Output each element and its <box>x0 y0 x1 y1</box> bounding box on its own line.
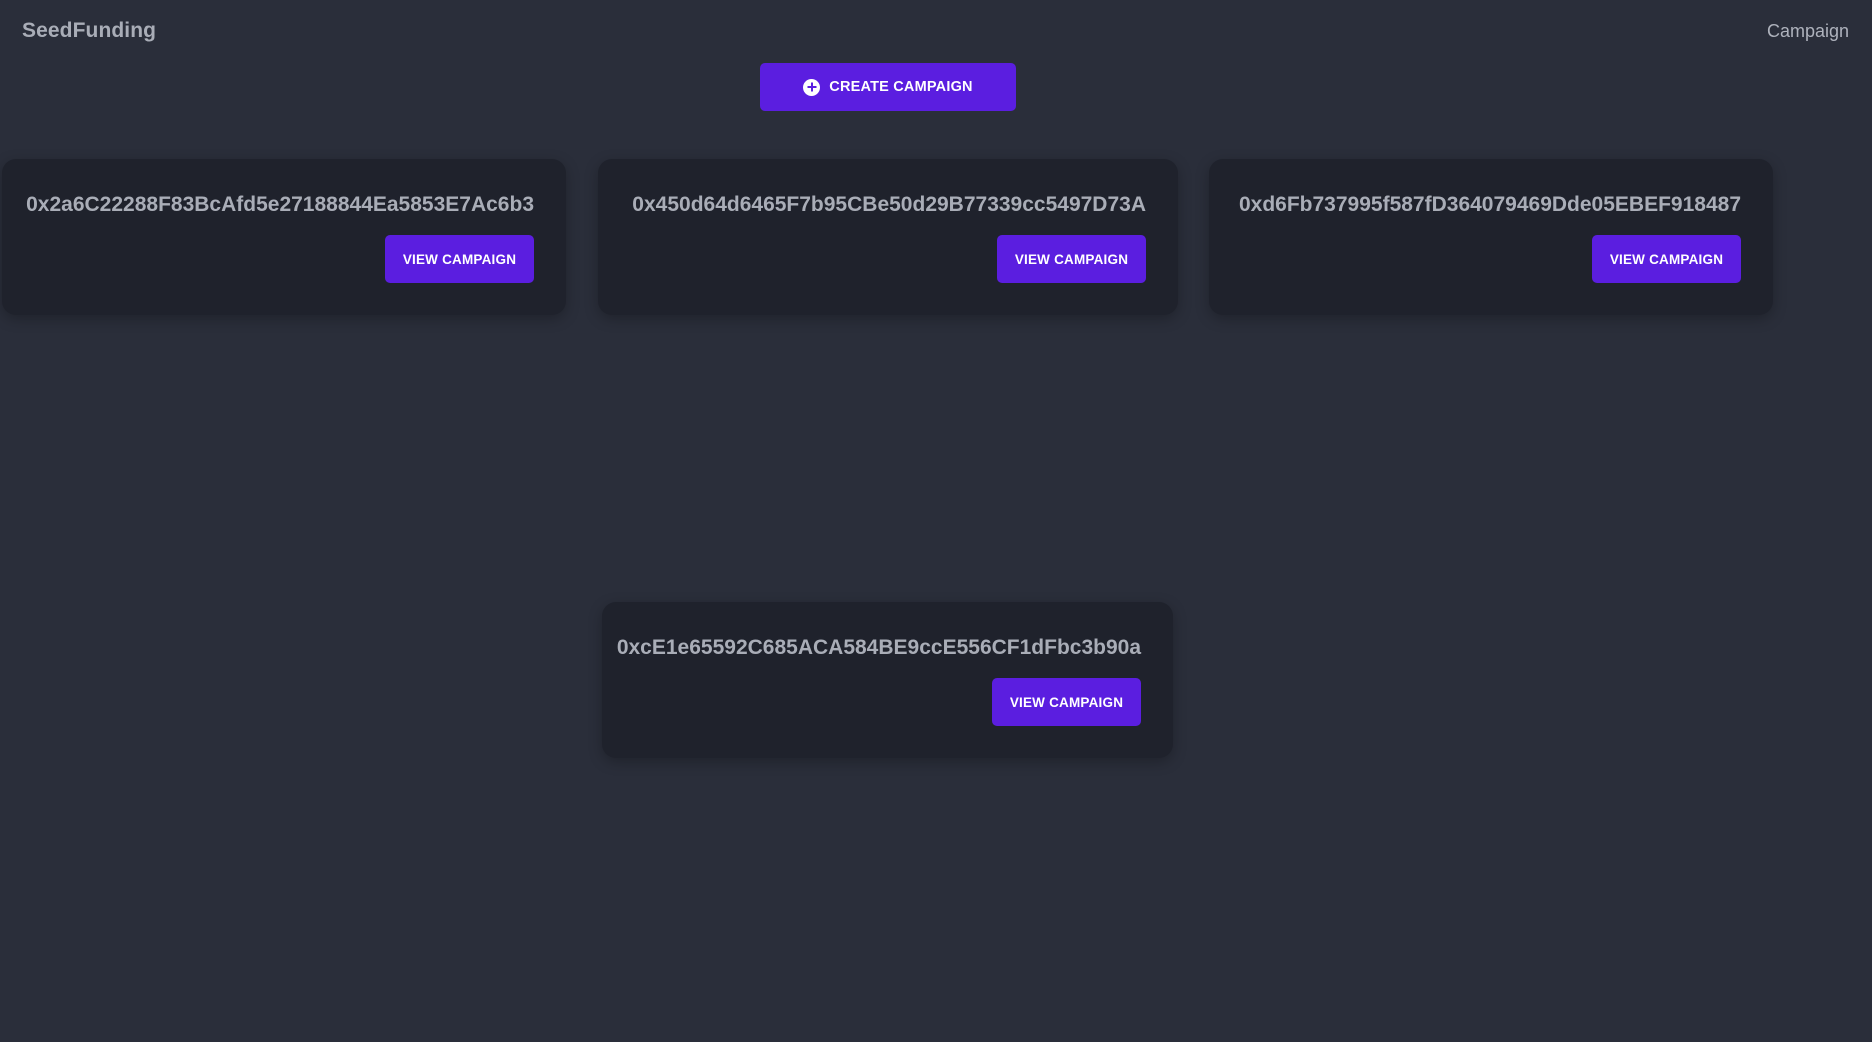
plus-circle-icon <box>803 78 821 96</box>
view-campaign-button[interactable]: View Campaign <box>385 235 534 283</box>
navbar: SeedFunding Campaign <box>0 0 1872 62</box>
campaign-card: 0x450d64d6465F7b95CBe50d29B77339cc5497D7… <box>598 159 1178 315</box>
campaign-card: 0xcE1e65592C685ACA584BE9ccE556CF1dFbc3b9… <box>602 602 1173 758</box>
campaign-card: 0xd6Fb737995f587fD364079469Dde05EBEF9184… <box>1209 159 1773 315</box>
nav-link-campaign[interactable]: Campaign <box>1767 21 1849 42</box>
view-campaign-button[interactable]: View Campaign <box>1592 235 1741 283</box>
campaign-address: 0xcE1e65592C685ACA584BE9ccE556CF1dFbc3b9… <box>616 636 1141 659</box>
campaign-address: 0x450d64d6465F7b95CBe50d29B77339cc5497D7… <box>632 193 1146 216</box>
campaign-address: 0xd6Fb737995f587fD364079469Dde05EBEF9184… <box>1238 193 1741 216</box>
view-campaign-button[interactable]: View Campaign <box>997 235 1146 283</box>
campaign-address: 0x2a6C22288F83BcAfd5e27188844Ea5853E7Ac6… <box>26 193 534 216</box>
campaign-card: 0x2a6C22288F83BcAfd5e27188844Ea5853E7Ac6… <box>2 159 566 315</box>
create-campaign-label: Create Campaign <box>829 79 973 95</box>
brand-logo[interactable]: SeedFunding <box>22 19 156 43</box>
view-campaign-button[interactable]: View Campaign <box>992 678 1141 726</box>
create-campaign-button[interactable]: Create Campaign <box>760 63 1016 111</box>
